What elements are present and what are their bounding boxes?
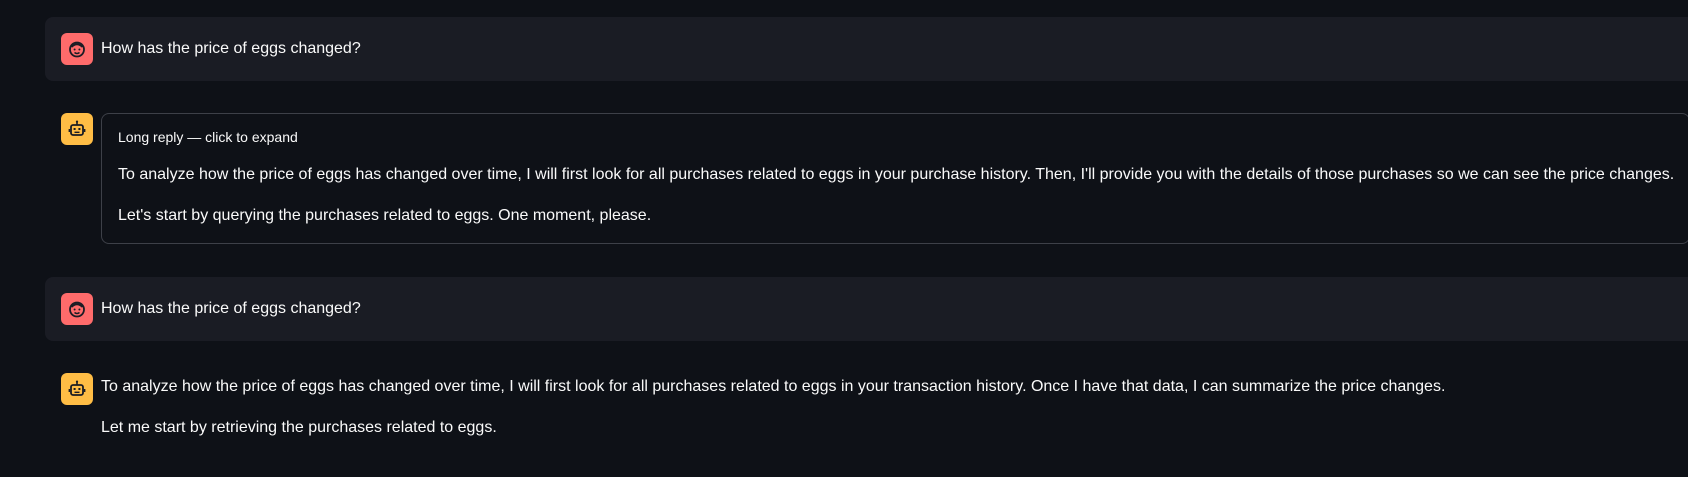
assistant-paragraph: Let's start by querying the purchases re… <box>118 207 652 224</box>
user-face-icon <box>67 299 87 319</box>
assistant-paragraph: To analyze how the price of eggs has cha… <box>101 378 1446 395</box>
user-message-text: How has the price of eggs changed? <box>101 40 361 57</box>
assistant-message: Long reply — click to expand To analyze … <box>45 113 1688 244</box>
assistant-paragraph: Let me start by retrieving the purchases… <box>101 419 497 436</box>
user-message: How has the price of eggs changed? <box>45 17 1688 81</box>
user-message: How has the price of eggs changed? <box>45 277 1688 341</box>
assistant-paragraph: To analyze how the price of eggs has cha… <box>118 166 1675 183</box>
user-avatar <box>61 293 93 325</box>
assistant-avatar <box>61 373 93 405</box>
expander-label[interactable]: Long reply — click to expand <box>118 129 298 145</box>
user-face-icon <box>67 39 87 59</box>
robot-icon <box>67 119 87 139</box>
assistant-message: To analyze how the price of eggs has cha… <box>45 373 1688 453</box>
assistant-avatar <box>61 113 93 145</box>
user-message-text: How has the price of eggs changed? <box>101 300 361 317</box>
long-reply-expander[interactable]: Long reply — click to expand To analyze … <box>101 113 1688 244</box>
chat-container: How has the price of eggs changed? Long … <box>0 0 1688 477</box>
user-avatar <box>61 33 93 65</box>
robot-icon <box>67 379 87 399</box>
